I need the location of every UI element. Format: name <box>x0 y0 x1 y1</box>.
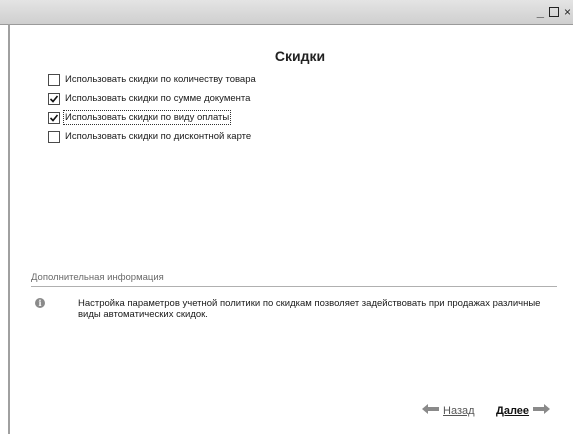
page-title: Скидки <box>274 48 326 64</box>
back-label: Назад <box>443 404 475 417</box>
checkbox-quantity[interactable] <box>48 73 60 86</box>
checkbox-payment-type[interactable] <box>48 111 60 124</box>
arrow-right-icon <box>533 404 551 417</box>
arrow-left-icon <box>422 404 439 417</box>
window-left-border <box>8 24 10 434</box>
option-label: Использовать скидки по виду оплаты <box>62 110 232 125</box>
maximize-button[interactable] <box>548 7 559 17</box>
option-label: Использовать скидки по сумме документа <box>65 93 251 104</box>
close-button[interactable]: × <box>564 4 571 20</box>
section-divider <box>31 286 557 287</box>
option-label: Использовать скидки по количеству товара <box>65 74 256 85</box>
option-payment-type[interactable]: Использовать скидки по виду оплаты <box>48 108 256 127</box>
info-icon: i <box>35 298 45 308</box>
back-button[interactable]: Назад <box>422 404 475 417</box>
option-label: Использовать скидки по дисконтной карте <box>65 131 252 142</box>
discount-options: Использовать скидки по количеству товара… <box>48 70 256 146</box>
window-titlebar: _ × <box>0 0 573 25</box>
next-button[interactable]: Далее <box>496 404 551 417</box>
minimize-button[interactable]: _ <box>537 4 544 20</box>
info-text: Настройка параметров учетной политики по… <box>78 298 541 320</box>
window-controls: _ × <box>537 4 571 20</box>
option-discount-card[interactable]: Использовать скидки по дисконтной карте <box>48 127 256 146</box>
checkbox-document-sum[interactable] <box>48 92 60 105</box>
next-label: Далее <box>496 404 530 417</box>
option-quantity[interactable]: Использовать скидки по количеству товара <box>48 70 256 89</box>
option-document-sum[interactable]: Использовать скидки по сумме документа <box>48 89 256 108</box>
checkbox-discount-card[interactable] <box>48 130 60 143</box>
additional-info-title: Дополнительная информация <box>31 272 164 283</box>
